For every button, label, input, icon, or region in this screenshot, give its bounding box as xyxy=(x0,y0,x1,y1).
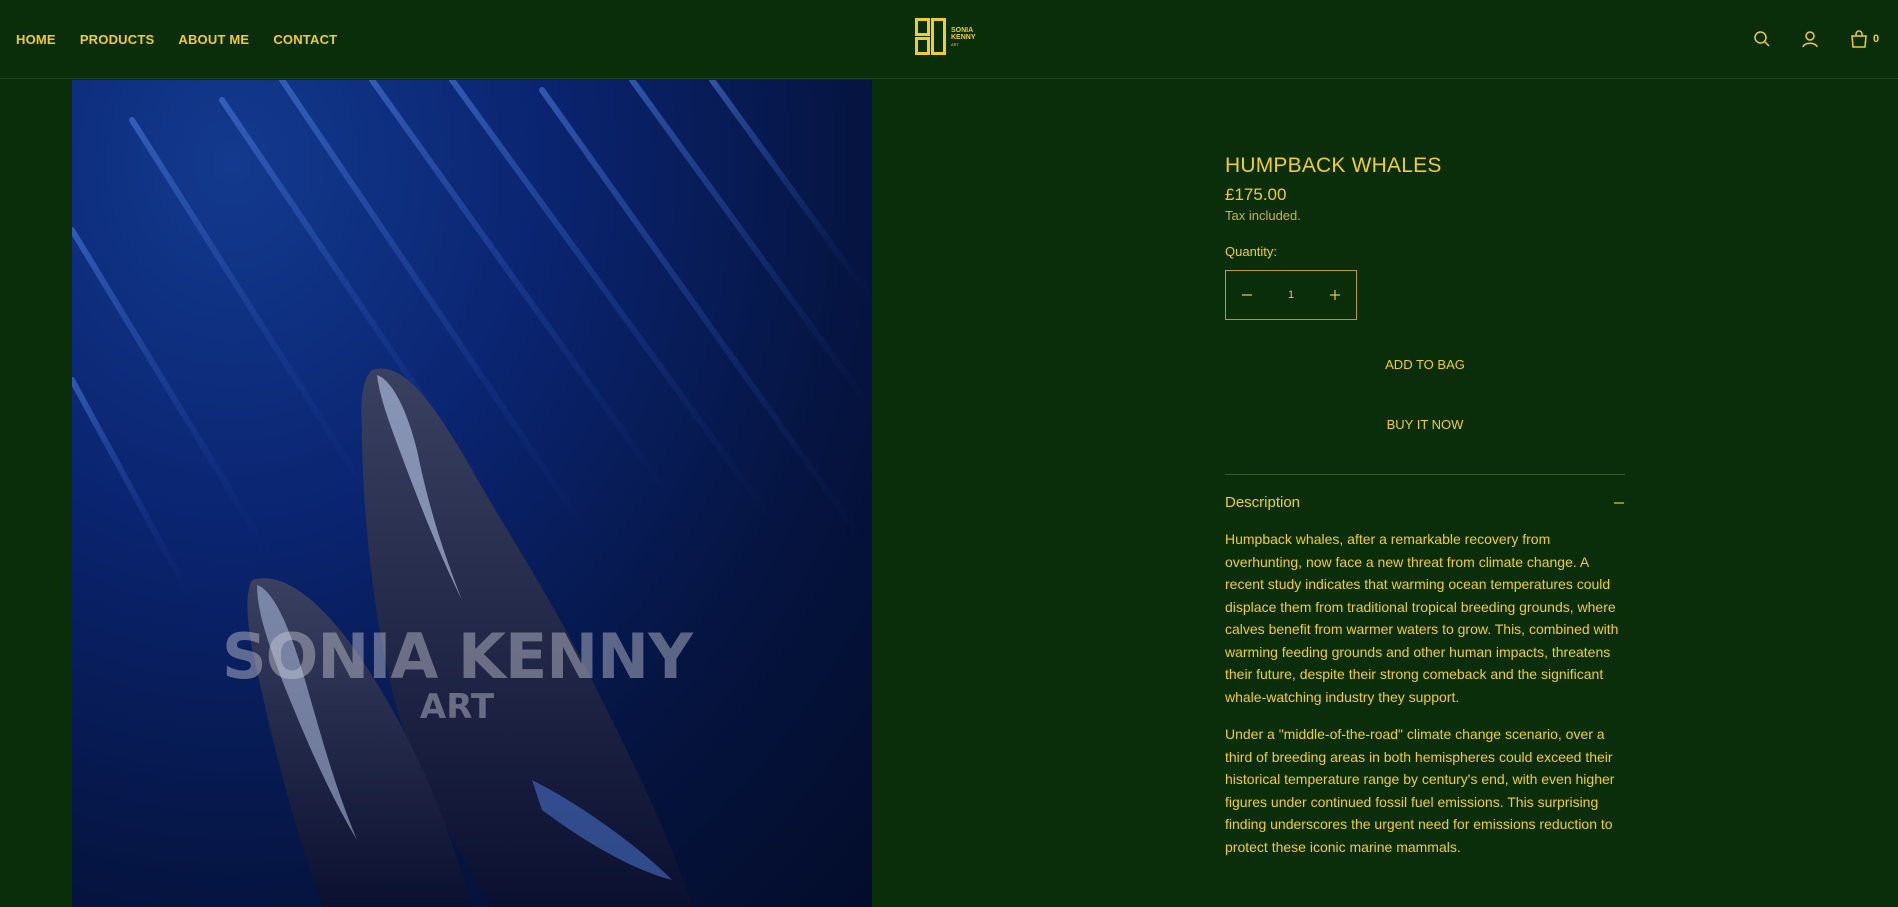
account-button[interactable] xyxy=(1800,29,1820,54)
quantity-label: Quantity: xyxy=(1225,244,1278,259)
search-icon xyxy=(1754,31,1770,47)
quantity-stepper xyxy=(1225,270,1357,320)
divider xyxy=(1225,474,1625,475)
account-icon xyxy=(1802,31,1818,48)
tax-note: Tax included. xyxy=(1225,208,1301,223)
collapse-icon xyxy=(1614,501,1624,504)
add-to-bag-button[interactable]: ADD TO BAG xyxy=(1225,342,1625,386)
product-price: £175.00 xyxy=(1225,185,1287,204)
minus-icon xyxy=(1242,294,1252,296)
nav-home[interactable]: HOME xyxy=(16,32,56,47)
nav-products[interactable]: PRODUCTS xyxy=(80,32,155,47)
cart-count: 0 xyxy=(1873,33,1880,45)
logo-line2: KENNY xyxy=(951,33,976,41)
bag-icon xyxy=(1851,30,1867,48)
logo-line3: ART xyxy=(951,41,959,47)
description-title: Description xyxy=(1225,494,1301,511)
logo-line1: SONIA xyxy=(951,26,974,34)
watermark-line1: SONIA KENNY xyxy=(222,620,693,693)
description-paragraph: Under a "middle-of-the-road" climate cha… xyxy=(1225,726,1615,855)
product-title: HUMPBACK WHALES xyxy=(1225,154,1442,178)
plus-icon xyxy=(1330,290,1340,300)
increase-quantity-button[interactable] xyxy=(1314,271,1356,319)
description-toggle[interactable]: Description xyxy=(1225,494,1625,511)
logo-mark-icon xyxy=(915,18,946,55)
quantity-input[interactable] xyxy=(1268,288,1314,302)
watermark-line2: ART xyxy=(419,687,495,727)
nav-contact[interactable]: CONTACT xyxy=(273,32,337,47)
logo-wordmark: SONIA KENNY ART xyxy=(951,27,976,48)
product-image[interactable]: SONIA KENNY ART xyxy=(72,80,872,907)
watermark: SONIA KENNY ART xyxy=(72,620,872,727)
search-button[interactable] xyxy=(1752,29,1772,54)
decrease-quantity-button[interactable] xyxy=(1226,271,1268,319)
cart-button[interactable]: 0 xyxy=(1849,29,1879,49)
nav-about-me[interactable]: ABOUT ME xyxy=(178,32,249,47)
description-body: Humpback whales, after a remarkable reco… xyxy=(1225,528,1625,873)
buy-it-now-button[interactable]: BUY IT NOW xyxy=(1225,402,1625,446)
main-nav: HOME PRODUCTS ABOUT ME CONTACT xyxy=(16,32,337,47)
brand-logo[interactable]: SONIA KENNY ART xyxy=(915,18,976,56)
whales-artwork xyxy=(72,80,872,907)
description-paragraph: Humpback whales, after a remarkable reco… xyxy=(1225,531,1619,705)
site-header: HOME PRODUCTS ABOUT ME CONTACT SONIA KEN… xyxy=(0,0,1898,79)
